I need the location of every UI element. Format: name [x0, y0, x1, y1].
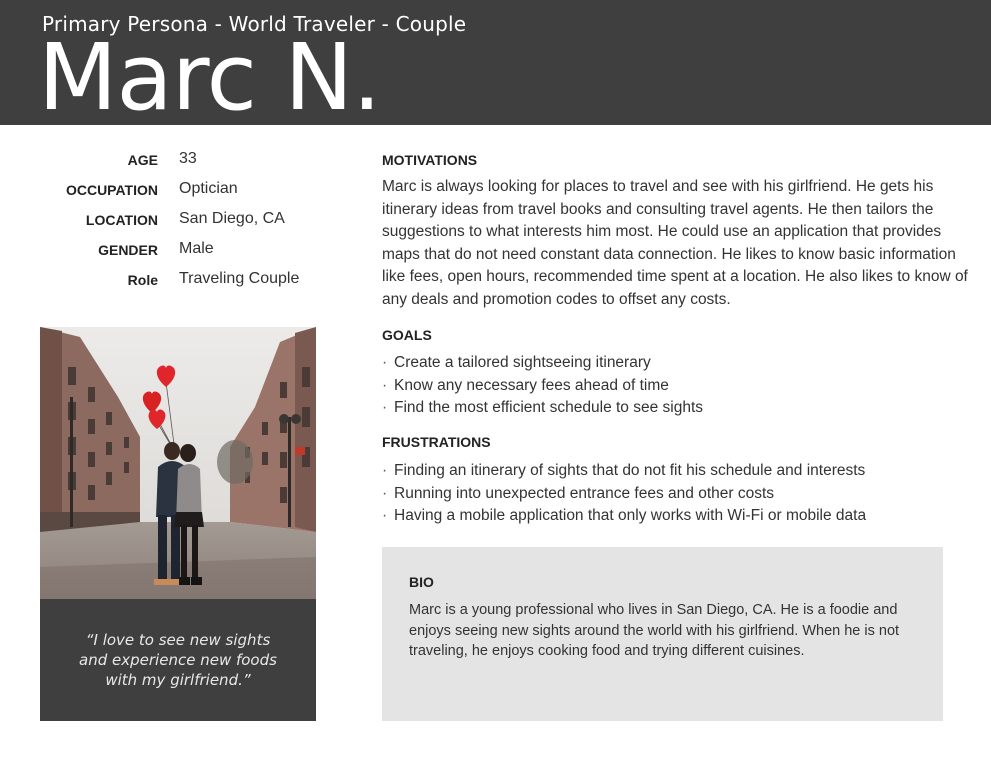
detail-value: 33 [179, 150, 197, 167]
motivations-title: MOTIVATIONS [382, 152, 478, 168]
persona-quote: “I love to see new sights and experience… [60, 630, 296, 690]
goal-item: · Find the most efficient schedule to see… [382, 399, 704, 416]
couple-street-photo [40, 327, 316, 599]
frustration-item: · Running into unexpected entrance fees a… [382, 484, 775, 502]
quote-line: “I love to see new sights [85, 631, 271, 649]
frustration-text: Finding an itinerary of sights that do n… [394, 462, 866, 479]
quote-line: and experience new foods [79, 651, 277, 669]
detail-value: Male [179, 240, 214, 257]
bio-box: BIO Marc is a young professional who liv… [382, 547, 943, 721]
frustrations-list: · Finding an itinerary of sights that do … [382, 460, 866, 528]
bio-title: BIO [409, 574, 434, 590]
persona-name: Marc N. [38, 24, 381, 131]
goal-text: Find the most efficient schedule to see … [394, 399, 704, 416]
frustration-text: Running into unexpected entrance fees an… [394, 484, 775, 502]
detail-value: Traveling Couple [179, 270, 300, 287]
goals-title: GOALS [382, 327, 432, 343]
persona-quote-box: “I love to see new sights and experience… [40, 599, 316, 721]
motivations-text: Marc is always looking for places to tra… [382, 178, 968, 308]
detail-label: OCCUPATION [65, 182, 158, 198]
frustration-item: · Having a mobile application that only w… [382, 507, 867, 524]
goal-item: · Know any necessary fees ahead of time [382, 376, 669, 394]
goal-item: · Create a tailored sightseeing itinerary [382, 354, 651, 371]
detail-label: LOCATION [85, 212, 158, 228]
detail-value: Optician [179, 180, 238, 197]
detail-value: San Diego, CA [179, 210, 285, 227]
frustration-text: Having a mobile application that only wo… [394, 507, 867, 524]
quote-line: with my girlfriend.” [105, 671, 251, 689]
frustrations-title: FRUSTRATIONS [382, 434, 491, 450]
goals-list: · Create a tailored sightseeing itinerary… [382, 352, 703, 420]
goal-text: Create a tailored sightseeing itinerary [394, 354, 651, 371]
detail-label: GENDER [98, 242, 158, 258]
frustration-item: · Finding an itinerary of sights that do … [382, 462, 866, 479]
detail-label: Role [127, 272, 158, 288]
detail-label: AGE [127, 152, 158, 168]
bio-text: Marc is a young professional who lives i… [409, 602, 900, 659]
persona-header: Primary Persona - World Traveler - Coupl… [0, 0, 991, 131]
goal-text: Know any necessary fees ahead of time [394, 376, 669, 394]
